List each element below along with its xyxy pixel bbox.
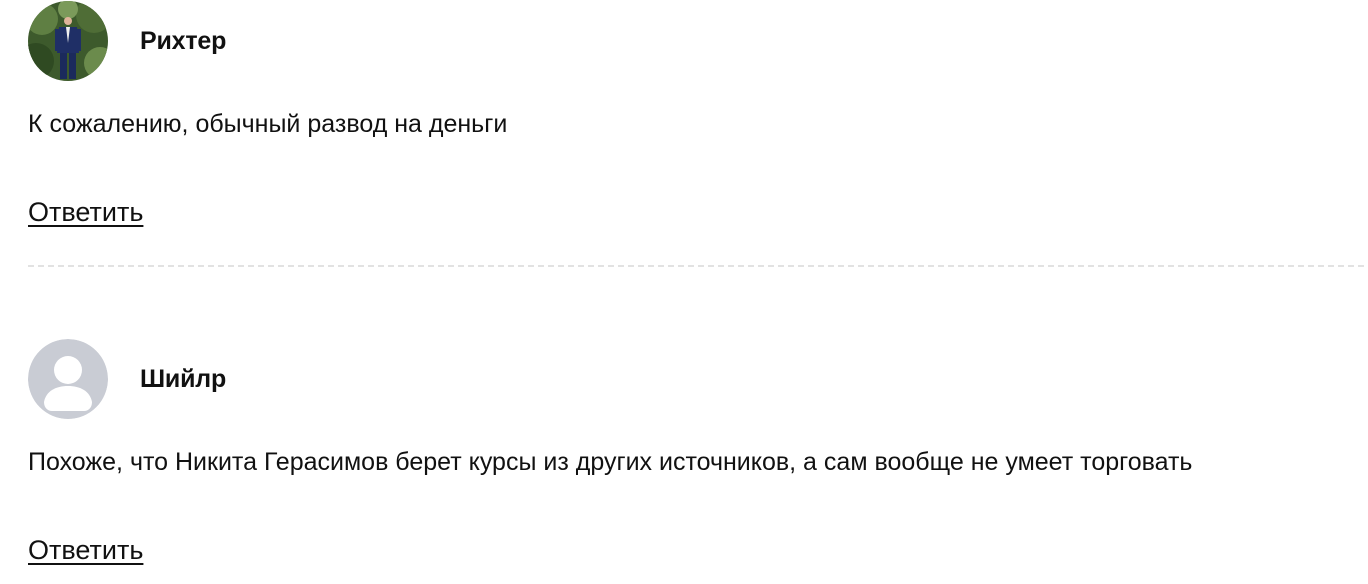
comment-author-row: Рихтер: [28, 1, 1358, 81]
comment-author-name: Рихтер: [140, 26, 227, 55]
avatar-silhouette: [28, 339, 108, 419]
avatar-photo: [28, 1, 108, 81]
comment-author-name: Шийлр: [140, 364, 227, 393]
reply-link[interactable]: Ответить: [28, 195, 143, 229]
reply-link[interactable]: Ответить: [28, 533, 143, 567]
comment-text: К сожалению, обычный развод на деньги: [28, 110, 508, 138]
comment-item: Шийлр Похоже, что Никита Герасимов берет…: [28, 339, 1358, 567]
comment-author-row: Шийлр: [28, 339, 1358, 419]
comment-divider: [28, 265, 1364, 267]
comment-text: Похоже, что Никита Герасимов берет курсы…: [28, 448, 1193, 476]
comment-item: Рихтер К сожалению, обычный развод на де…: [28, 1, 1358, 229]
user-photo-avatar: [28, 1, 108, 81]
default-user-avatar-icon: [28, 339, 108, 419]
